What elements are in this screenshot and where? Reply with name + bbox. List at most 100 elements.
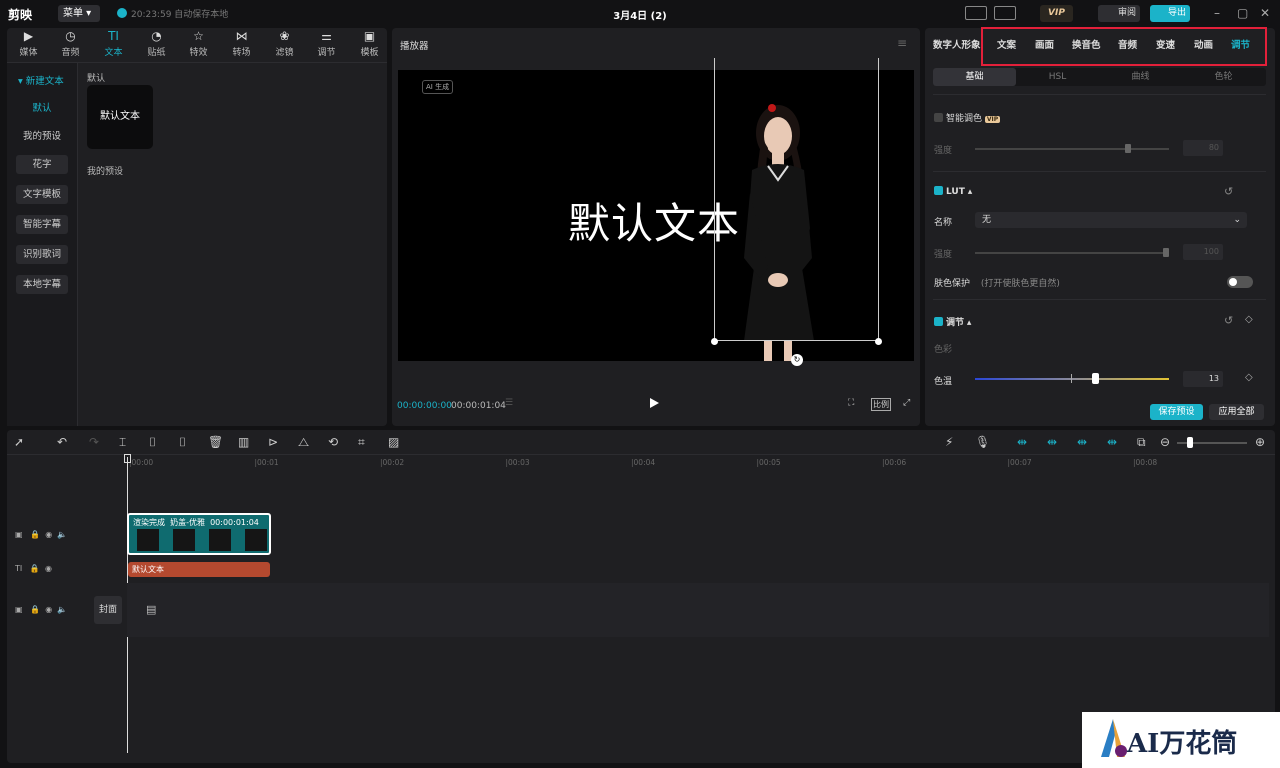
top-bar: 剪映 菜单 ▾ 20:23:59 自动保存本地 3月4日 (2) VIP 审阅 …: [0, 0, 1280, 27]
smart-color-toggle[interactable]: 智能调色 VIP: [934, 111, 1001, 124]
smart-strength-slider[interactable]: [975, 148, 1169, 150]
slider-center-mark: [1071, 374, 1072, 383]
tab-adjust[interactable]: ⚌ 调节: [305, 30, 348, 59]
section-digital-human[interactable]: 数字人形象: [933, 37, 981, 51]
tab-voice[interactable]: 换音色: [1072, 37, 1101, 51]
speaker-icon[interactable]: 🔈: [57, 530, 67, 539]
text-clip[interactable]: 默认文本: [128, 562, 270, 577]
tab-animation[interactable]: 动画: [1194, 37, 1213, 51]
selection-box[interactable]: [714, 58, 879, 341]
rotate-icon[interactable]: ↻: [791, 354, 803, 366]
sidebar-item-my-presets[interactable]: 我的预设: [16, 127, 68, 146]
minimize-icon[interactable]: –: [1214, 6, 1220, 20]
eye-icon[interactable]: ◉: [45, 564, 52, 573]
text-track-icon: TI: [15, 564, 23, 573]
lut-strength-slider[interactable]: [975, 252, 1169, 254]
tab-template[interactable]: ▣ 模板: [348, 29, 391, 59]
tab-adjust[interactable]: 调节: [1231, 37, 1250, 51]
lock-icon[interactable]: 🔒: [30, 530, 40, 539]
maximize-icon[interactable]: ▢: [1237, 6, 1248, 20]
tab-transition[interactable]: ⋈ 转场: [220, 29, 263, 59]
temperature-value[interactable]: 13: [1183, 371, 1223, 387]
sidebar-header-new-text[interactable]: ▾ 新建文本: [18, 73, 64, 87]
lut-name-label: 名称: [934, 218, 953, 228]
skin-protect-toggle[interactable]: [1227, 276, 1253, 288]
eye-icon[interactable]: ◉: [45, 530, 52, 539]
speaker-icon[interactable]: 🔈: [57, 605, 67, 614]
tab-filter[interactable]: ❀ 滤镜: [263, 30, 306, 59]
preview-canvas[interactable]: AI 生成 默认文本 ↻: [398, 58, 914, 366]
default-text-card[interactable]: 默认文本: [87, 85, 153, 149]
slider-knob[interactable]: [1163, 248, 1169, 257]
slider-knob[interactable]: [1092, 373, 1100, 384]
eye-icon[interactable]: ◉: [45, 605, 52, 614]
tab-media[interactable]: ▶ 媒体: [7, 29, 50, 59]
menu-icon[interactable]: ≡: [897, 36, 907, 50]
temperature-slider[interactable]: [975, 378, 1169, 380]
reset-icon[interactable]: ↺: [1224, 314, 1233, 327]
sidebar-item-text-template[interactable]: 文字模板: [16, 185, 68, 204]
asset-panel: ▶ 媒体 ◷ 音频 TI 文本 ◔ 贴纸 ☆ 特效 ⋈ 转场 ❀ 滤镜 ⚌ 调节 ▣ 模板 ▾ 新…: [7, 28, 387, 426]
transition-icon: ⋈: [235, 29, 248, 43]
sidebar-item-local-subtitle[interactable]: 本地字幕: [16, 275, 68, 294]
temperature-label: 色温: [934, 377, 953, 387]
media-icon: ▶: [23, 29, 34, 43]
layout-icon[interactable]: [994, 6, 1016, 20]
export-button[interactable]: 导出: [1150, 5, 1190, 22]
resize-handle[interactable]: [711, 338, 718, 345]
tab-speed[interactable]: 变速: [1156, 37, 1175, 51]
fullscreen-icon[interactable]: ⤢: [903, 398, 910, 408]
lut-strength-value[interactable]: 100: [1183, 244, 1223, 260]
apply-all-button[interactable]: 应用全部: [1209, 404, 1264, 420]
ruler-tick: |00:01: [254, 458, 279, 467]
close-icon[interactable]: ✕: [1260, 6, 1270, 20]
lock-icon[interactable]: 🔒: [30, 605, 40, 614]
tab-text[interactable]: TI 文本: [92, 30, 135, 59]
keyframe-icon[interactable]: ◇: [1245, 372, 1253, 383]
sidebar-item-smart-subtitle[interactable]: 智能字幕: [16, 215, 68, 234]
tab-audio[interactable]: ◷ 音频: [49, 30, 92, 59]
sidebar-item-fancy-text[interactable]: 花字: [16, 155, 68, 174]
smart-strength-value[interactable]: 80: [1183, 140, 1223, 156]
total-time: 00:00:01:04: [451, 401, 506, 411]
save-preset-button[interactable]: 保存预设: [1150, 404, 1203, 420]
tab-picture[interactable]: 画面: [1035, 37, 1054, 51]
ruler-tick: |00:06: [882, 458, 907, 467]
adjust-subtabs: 基础 HSL 曲线 色轮: [933, 68, 1266, 86]
subtab-curves[interactable]: 曲线: [1099, 68, 1182, 86]
tab-effects[interactable]: ☆ 特效: [177, 30, 220, 59]
checkbox-icon: [934, 113, 943, 122]
tab-audio[interactable]: 音频: [1118, 37, 1137, 51]
vip-badge: VIP: [984, 116, 1001, 123]
review-button[interactable]: 审阅: [1098, 5, 1140, 22]
digital-human-clip[interactable]: 渲染完成 奶盖-优雅 00:00:01:04: [127, 513, 271, 555]
sidebar-item-lyrics[interactable]: 识别歌词: [16, 245, 68, 264]
keyboard-icon[interactable]: [965, 6, 987, 20]
tab-sticker[interactable]: ◔ 贴纸: [135, 29, 178, 59]
resize-handle[interactable]: [875, 338, 882, 345]
keyframe-icon[interactable]: ◇: [1245, 314, 1253, 325]
screenshot-icon[interactable]: ⛶: [848, 398, 854, 408]
tab-script[interactable]: 文案: [997, 37, 1016, 51]
cover-button[interactable]: 封面: [94, 596, 122, 624]
reset-icon[interactable]: ↺: [1224, 185, 1233, 198]
subtab-basic[interactable]: 基础: [933, 68, 1016, 86]
lut-name-select[interactable]: 无 ⌄: [975, 212, 1247, 228]
lut-toggle[interactable]: LUT ▴: [934, 186, 972, 197]
sidebar-item-default[interactable]: 默认: [16, 99, 68, 118]
sticker-icon: ◔: [151, 29, 162, 43]
lut-strength-label: 强度: [934, 250, 953, 260]
subtab-hsl[interactable]: HSL: [1016, 68, 1099, 86]
ratio-button[interactable]: 比例: [871, 398, 891, 411]
time-ruler[interactable]: |00:00 |00:01 |00:02 |00:03 |00:04 |00:05 |00:…: [7, 430, 1275, 470]
timecode-icon[interactable]: ☰: [505, 398, 513, 408]
slider-knob[interactable]: [1125, 144, 1131, 153]
checkbox-icon: [934, 186, 943, 195]
adjust-toggle[interactable]: 调节 ▴: [934, 315, 971, 328]
lock-icon[interactable]: 🔒: [30, 564, 40, 573]
main-track[interactable]: ▤: [127, 583, 1269, 637]
subtab-color-wheel[interactable]: 色轮: [1182, 68, 1265, 86]
vip-button[interactable]: VIP: [1040, 5, 1073, 22]
template-icon: ▣: [363, 29, 376, 43]
play-icon[interactable]: [650, 398, 659, 408]
